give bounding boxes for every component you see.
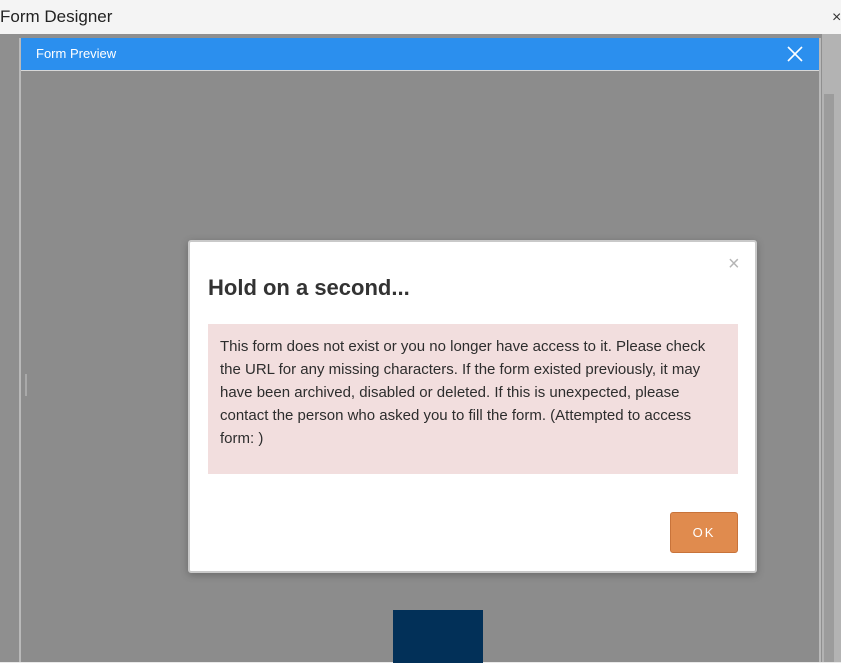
form-preview-titlebar: Form Preview: [21, 38, 819, 70]
designer-title: Form Designer: [0, 7, 113, 26]
divider: [25, 374, 27, 396]
dialog-title: Hold on a second...: [208, 275, 410, 300]
designer-scrollbar[interactable]: [822, 34, 841, 662]
designer-close-icon[interactable]: ×: [832, 10, 841, 26]
error-message: This form does not exist or you no longe…: [220, 338, 706, 447]
error-alert: This form does not exist or you no longe…: [208, 324, 738, 474]
designer-header: Form Designer ×: [0, 0, 841, 34]
form-preview-title: Form Preview: [36, 46, 117, 61]
ok-button[interactable]: OK: [670, 512, 738, 553]
dialog-close-icon[interactable]: ×: [728, 254, 740, 274]
error-dialog: × Hold on a second... This form does not…: [188, 240, 757, 573]
underlay-form-block: [393, 610, 483, 663]
form-preview-close-icon[interactable]: [785, 44, 805, 64]
designer-scrollbar-thumb[interactable]: [824, 94, 834, 662]
